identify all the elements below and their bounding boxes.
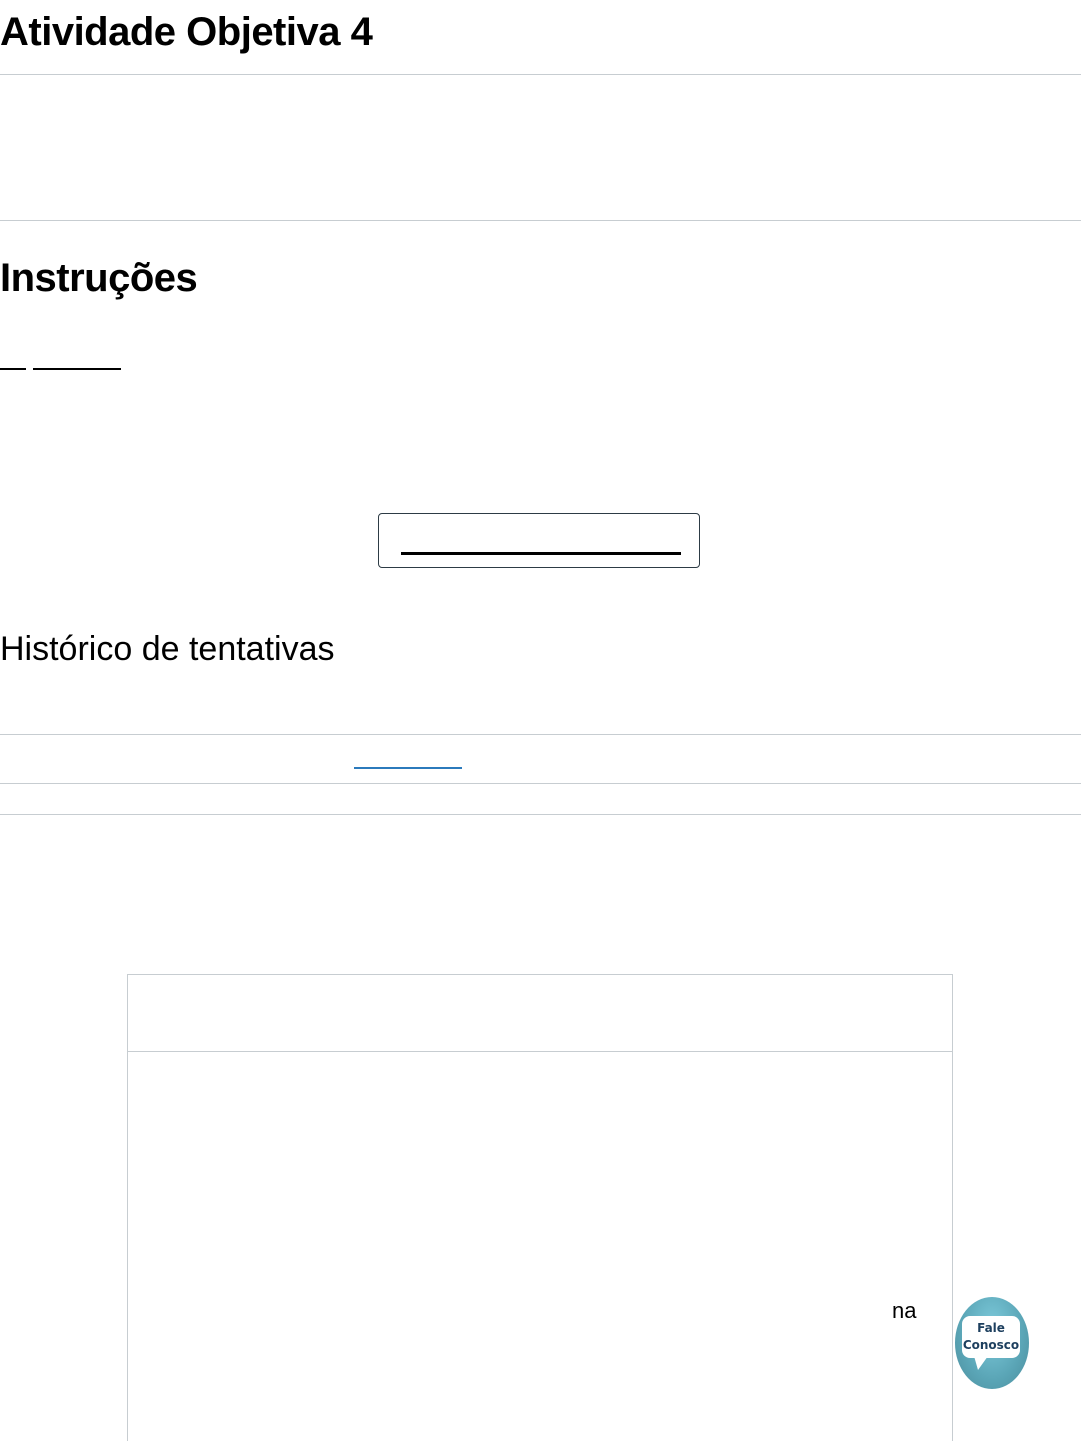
chat-label-line1: Fale — [977, 1321, 1005, 1335]
chat-label-line2: Conosco — [962, 1338, 1020, 1352]
table-top-border — [0, 734, 1081, 735]
frame-header-divider — [128, 1051, 952, 1052]
instructions-link-placeholder[interactable] — [0, 368, 26, 370]
content-text-fragment: na — [892, 1298, 917, 1323]
attempt-link[interactable] — [354, 767, 462, 769]
divider — [0, 74, 1081, 75]
content-frame — [127, 974, 953, 1441]
chat-button-label: Fale Conosco — [962, 1320, 1020, 1354]
table-bottom-border — [0, 814, 1081, 815]
page-title: Atividade Objetiva 4 — [0, 10, 373, 54]
contact-chat-button[interactable]: Fale Conosco — [955, 1297, 1029, 1389]
instructions-heading: Instruções — [0, 256, 198, 300]
button-label-placeholder — [401, 552, 681, 555]
table-row-border — [0, 783, 1081, 784]
attempt-history-heading: Histórico de tentativas — [0, 630, 335, 668]
start-quiz-button[interactable] — [378, 513, 700, 568]
page: Atividade Objetiva 4 Instruções Históric… — [0, 0, 1081, 1441]
instructions-link-placeholder[interactable] — [33, 368, 121, 370]
divider — [0, 220, 1081, 221]
chat-bubble-icon: Fale Conosco — [962, 1316, 1020, 1370]
